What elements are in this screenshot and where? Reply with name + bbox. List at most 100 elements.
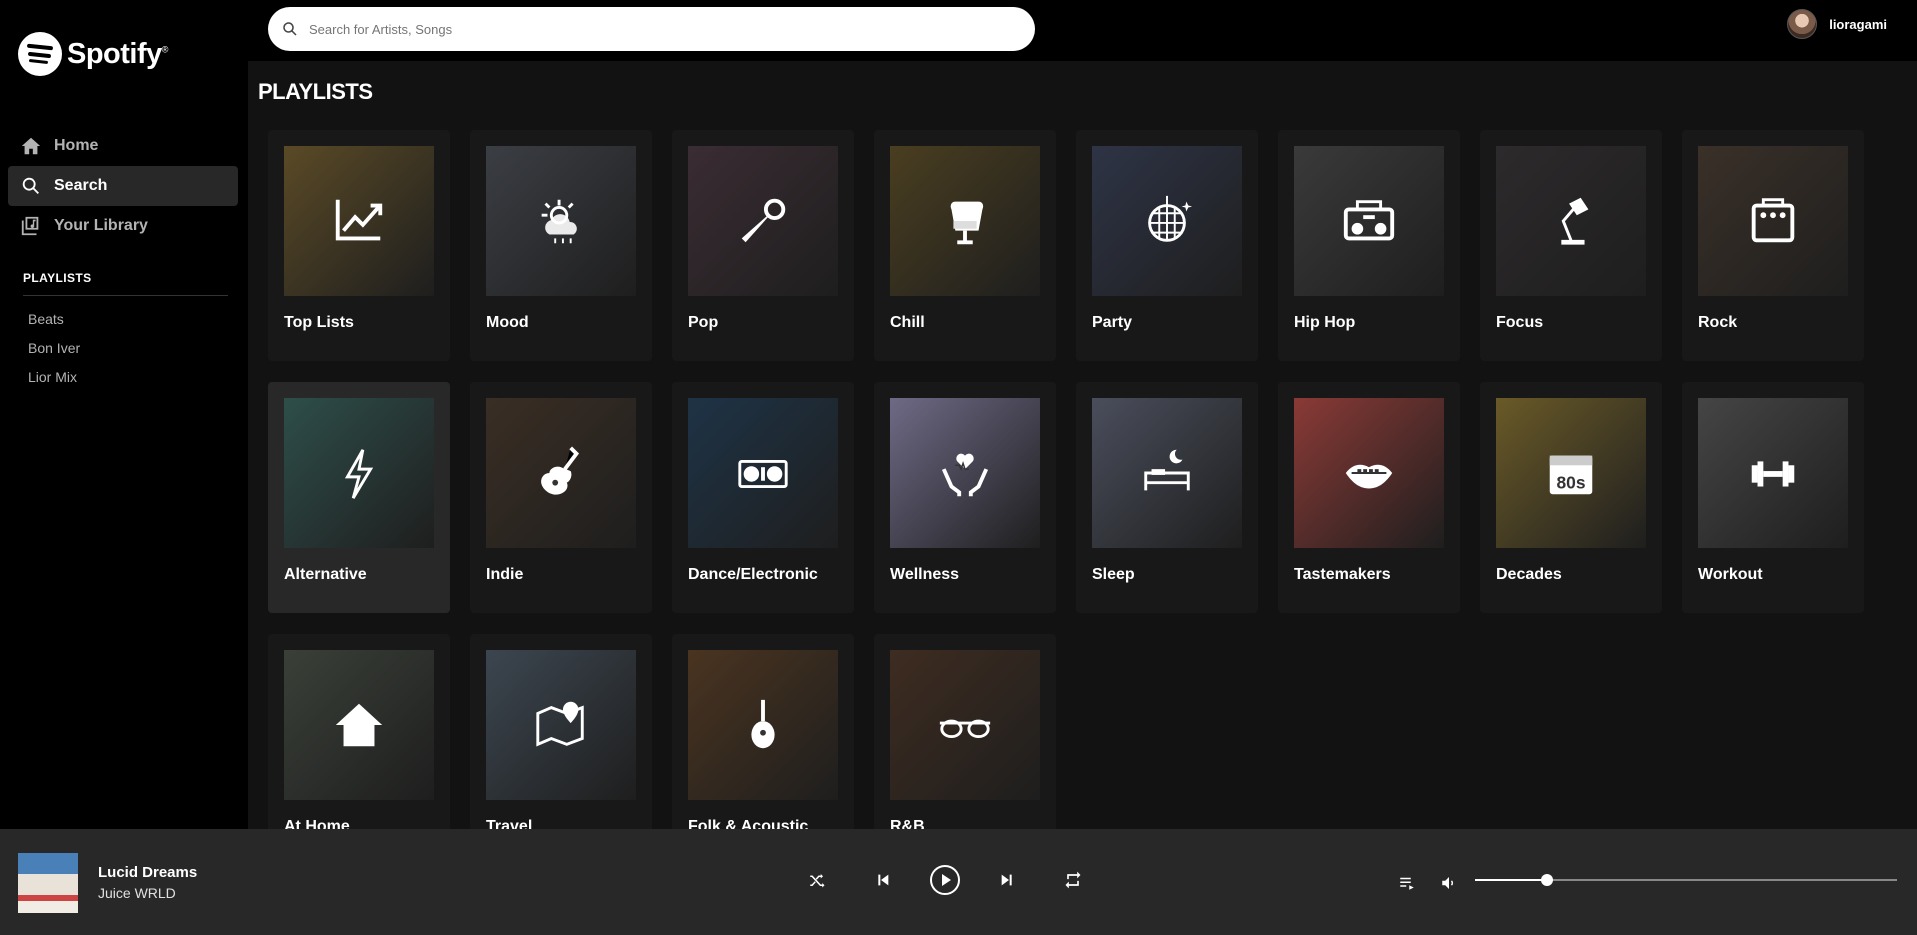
- category-image: [890, 398, 1040, 548]
- category-label: Indie: [486, 566, 524, 583]
- avatar: [1787, 9, 1818, 39]
- category-label: Sleep: [1092, 566, 1135, 583]
- sidebar-playlist-list: Beats Bon Iver Lior Mix: [28, 310, 80, 397]
- volume-slider-handle[interactable]: [1540, 874, 1553, 886]
- category-image: [688, 146, 838, 296]
- search-box[interactable]: [268, 7, 1035, 51]
- volume-slider[interactable]: [1475, 874, 1897, 886]
- category-label: Dance/Electronic: [688, 566, 818, 583]
- volume-button[interactable]: [1432, 866, 1466, 900]
- category-image: [1294, 146, 1444, 296]
- lips-icon: [1345, 464, 1393, 489]
- category-image: [688, 650, 838, 800]
- category-label: Wellness: [890, 566, 960, 583]
- app-name: Spotify: [67, 37, 162, 70]
- category-card[interactable]: Mood: [470, 130, 652, 361]
- previous-button[interactable]: [866, 863, 900, 897]
- trending-chart-icon: [335, 199, 383, 241]
- home-icon: [21, 137, 41, 155]
- category-image: [486, 398, 636, 548]
- spotify-logo[interactable]: Spotify®: [18, 32, 168, 76]
- egg-chair-icon: [950, 201, 984, 245]
- volume-slider-fill: [1475, 879, 1547, 881]
- category-label: Workout: [1698, 566, 1763, 583]
- track-artist[interactable]: Juice WRLD: [98, 885, 176, 901]
- category-card[interactable]: Rock: [1682, 130, 1864, 361]
- category-card[interactable]: Party: [1076, 130, 1258, 361]
- category-image: [284, 398, 434, 548]
- player-bar: Lucid Dreams Juice WRLD: [0, 829, 1917, 935]
- map-pin-icon: [536, 701, 584, 747]
- main-content: PLAYLISTS Top Lists Mood Pop Chill Party Hip …: [248, 61, 1917, 829]
- category-image: [688, 398, 838, 548]
- category-card[interactable]: Travel: [470, 634, 652, 829]
- user-menu[interactable]: lioragami: [1787, 9, 1887, 39]
- lightning-icon: [344, 449, 374, 499]
- search-icon: [22, 177, 39, 194]
- category-image: [1294, 398, 1444, 548]
- bed-moon-icon: [1144, 449, 1190, 491]
- category-label: Mood: [486, 314, 529, 331]
- queue-button[interactable]: [1390, 866, 1424, 900]
- mandolin-icon: [751, 699, 775, 749]
- track-title[interactable]: Lucid Dreams: [98, 864, 197, 881]
- category-card[interactable]: Dance/Electronic: [672, 382, 854, 613]
- album-art[interactable]: [18, 853, 78, 913]
- repeat-icon: [1065, 871, 1081, 889]
- username: lioragami: [1829, 16, 1887, 32]
- category-card[interactable]: Sleep: [1076, 382, 1258, 613]
- dumbbell-icon: [1751, 461, 1795, 487]
- sidebar-item-home[interactable]: Home: [8, 126, 238, 166]
- category-card[interactable]: Top Lists: [268, 130, 450, 361]
- category-card[interactable]: Workout: [1682, 382, 1864, 613]
- category-image: [284, 650, 434, 800]
- category-image: [1698, 398, 1848, 548]
- next-icon: [1001, 874, 1012, 886]
- sidebar-item-library[interactable]: Your Library: [8, 206, 238, 246]
- category-image: [1092, 146, 1242, 296]
- extra-controls: [1390, 866, 1466, 900]
- category-label: Party: [1092, 314, 1133, 331]
- category-label: Top Lists: [284, 314, 354, 331]
- house-icon: [335, 703, 383, 747]
- search-input[interactable]: [307, 20, 1011, 38]
- disco-ball-icon: [1148, 195, 1193, 242]
- play-button[interactable]: [928, 863, 962, 897]
- category-label: Alternative: [284, 566, 367, 583]
- category-image: [486, 146, 636, 296]
- sidebar-item-label: Your Library: [54, 217, 148, 234]
- category-image: [890, 650, 1040, 800]
- category-card[interactable]: Hip Hop: [1278, 130, 1460, 361]
- next-button[interactable]: [990, 863, 1024, 897]
- sidebar-playlist-item[interactable]: Bon Iver: [28, 339, 80, 368]
- category-card[interactable]: Tastemakers: [1278, 382, 1460, 613]
- desk-lamp-icon: [1561, 197, 1589, 245]
- shuffle-button[interactable]: [800, 863, 834, 897]
- sidebar: Spotify® Home Search Your Library PLAYLI…: [0, 0, 248, 829]
- category-card[interactable]: Folk & Acoustic: [672, 634, 854, 829]
- category-card[interactable]: At Home: [268, 634, 450, 829]
- category-image: [1698, 146, 1848, 296]
- category-card[interactable]: Wellness: [874, 382, 1056, 613]
- category-card[interactable]: Pop: [672, 130, 854, 361]
- category-card[interactable]: Alternative: [268, 382, 450, 613]
- repeat-button[interactable]: [1056, 863, 1090, 897]
- category-label: Folk & Acoustic: [688, 818, 809, 829]
- sidebar-playlist-item[interactable]: Beats: [28, 310, 80, 339]
- category-card[interactable]: 80s Decades: [1480, 382, 1662, 613]
- category-card[interactable]: Chill: [874, 130, 1056, 361]
- category-card[interactable]: Indie: [470, 382, 652, 613]
- turntables-icon: [738, 459, 788, 488]
- category-image: [486, 650, 636, 800]
- sidebar-item-search[interactable]: Search: [8, 166, 238, 206]
- sidebar-playlist-item[interactable]: Lior Mix: [28, 368, 80, 397]
- category-card[interactable]: R&B: [874, 634, 1056, 829]
- calendar-80s-icon: 80s: [1549, 455, 1593, 495]
- top-bar: lioragami: [248, 0, 1917, 61]
- sun-cloud-icon: [541, 199, 577, 244]
- category-card[interactable]: Focus: [1480, 130, 1662, 361]
- library-icon: [21, 216, 39, 236]
- glasses-icon: [939, 719, 991, 739]
- category-label: Tastemakers: [1294, 566, 1391, 583]
- category-label: At Home: [284, 818, 350, 829]
